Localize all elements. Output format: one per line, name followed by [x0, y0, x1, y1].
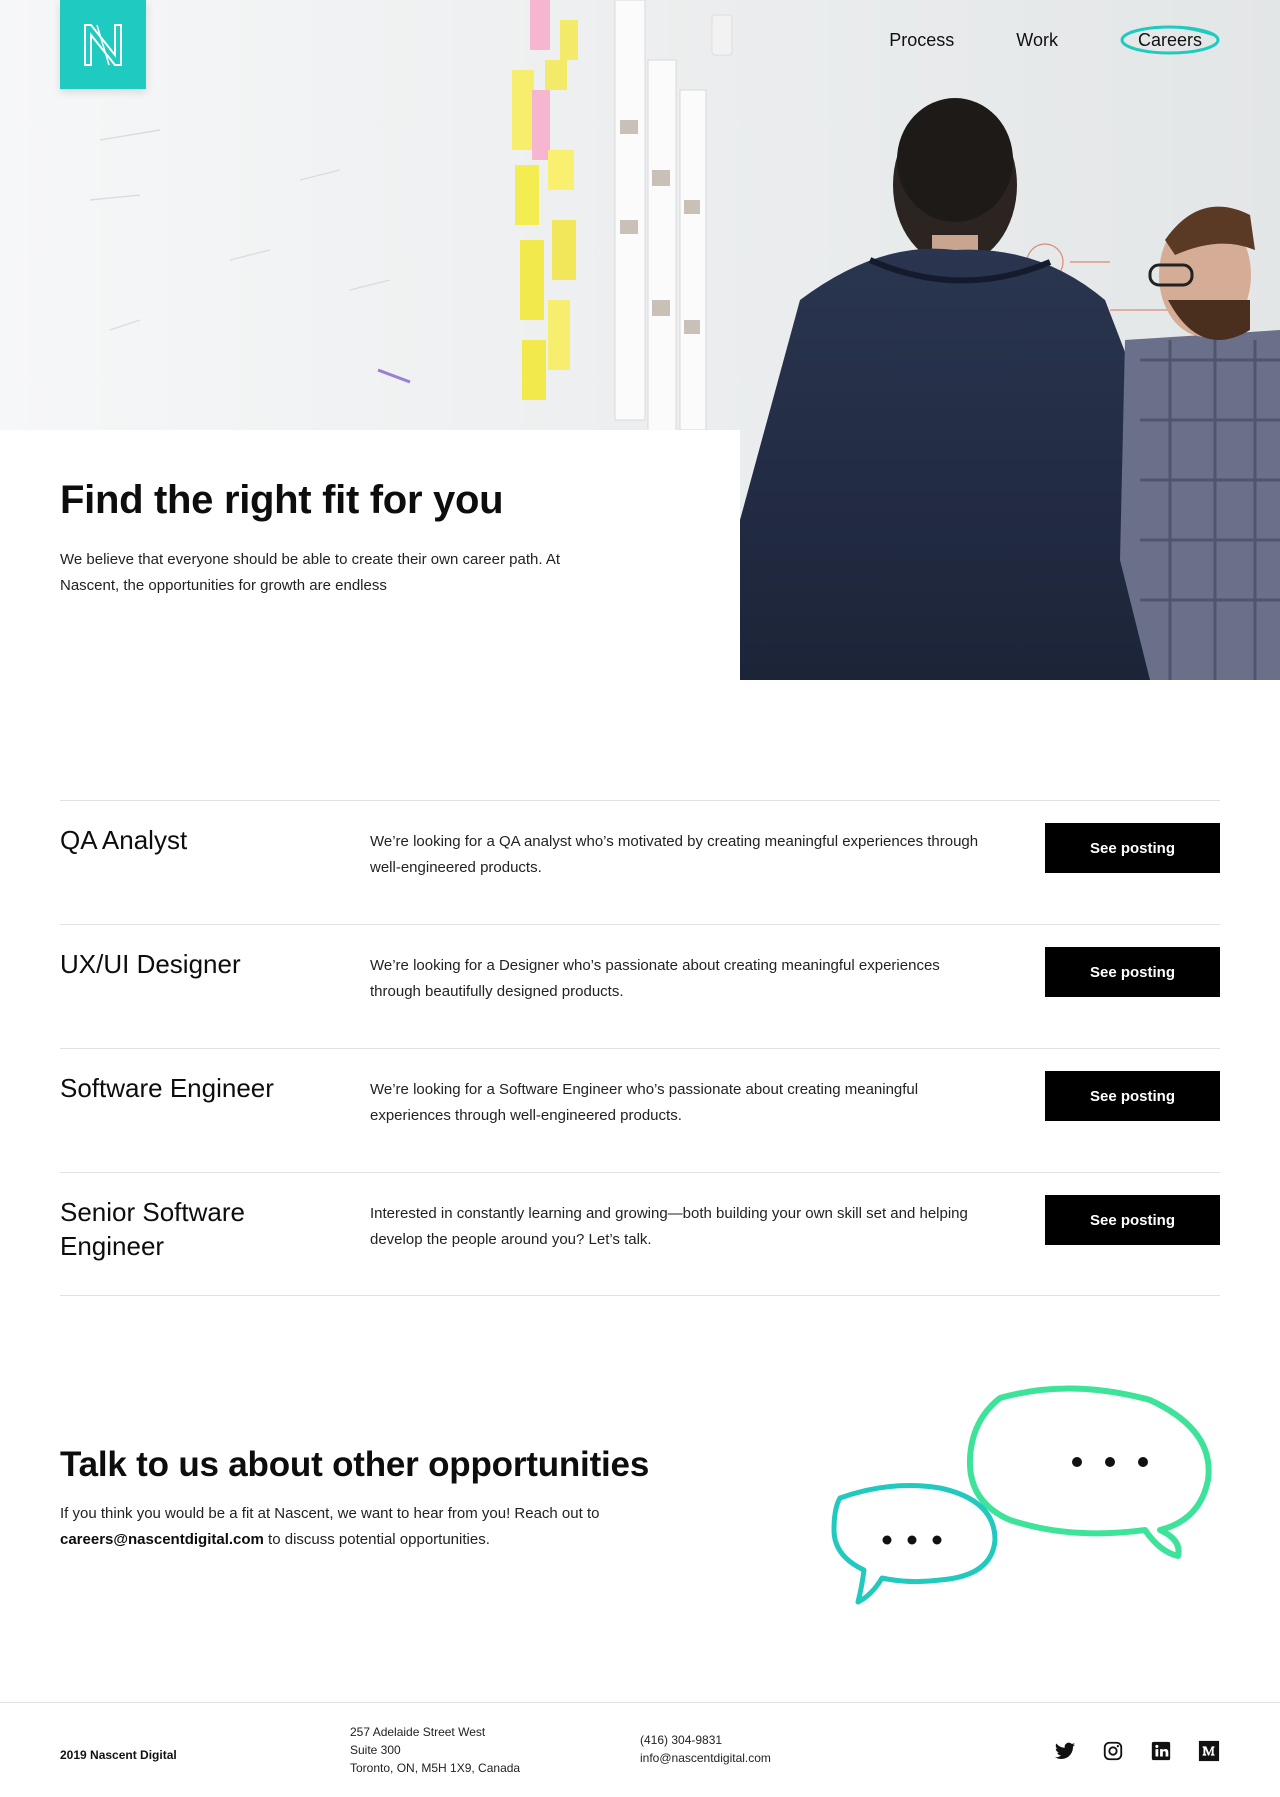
job-title: Senior Software Engineer [60, 1197, 245, 1261]
job-title: UX/UI Designer [60, 949, 241, 979]
footer-email[interactable]: info@nascentdigital.com [640, 1749, 771, 1767]
social-links [1054, 1740, 1220, 1762]
medium-icon[interactable] [1198, 1740, 1220, 1762]
see-posting-button[interactable]: See posting [1045, 1195, 1220, 1245]
logo-n-icon [84, 23, 122, 66]
contact-section: Talk to us about other opportunities If … [60, 1445, 760, 1553]
job-description: Interested in constantly learning and gr… [370, 1205, 968, 1248]
see-posting-button[interactable]: See posting [1045, 823, 1220, 873]
job-title: Software Engineer [60, 1073, 274, 1103]
nav-link-careers[interactable]: Careers [1120, 25, 1220, 55]
job-row: QA Analyst We’re looking for a QA analys… [60, 800, 1220, 924]
twitter-icon[interactable] [1054, 1740, 1076, 1762]
footer-address-line: 257 Adelaide Street West [350, 1725, 486, 1739]
nascent-logo[interactable] [60, 0, 146, 89]
footer-contact: (416) 304-9831 info@nascentdigital.com [640, 1731, 771, 1767]
nav-link-process[interactable]: Process [889, 30, 954, 51]
instagram-icon[interactable] [1102, 1740, 1124, 1762]
job-description: We’re looking for a Software Engineer wh… [370, 1081, 919, 1124]
chat-bubbles-icon [831, 1385, 1212, 1605]
footer-copyright: 2019 Nascent Digital [60, 1748, 177, 1762]
footer-address-line: Suite 300 [350, 1743, 401, 1757]
footer: 2019 Nascent Digital 257 Adelaide Street… [0, 1702, 1280, 1797]
job-list: QA Analyst We’re looking for a QA analys… [60, 800, 1220, 1296]
see-posting-button[interactable]: See posting [1045, 947, 1220, 997]
linkedin-icon[interactable] [1150, 1740, 1172, 1762]
nav-link-careers-label: Careers [1137, 30, 1202, 50]
footer-address-line: Toronto, ON, M5H 1X9, Canada [350, 1761, 521, 1775]
hero-section: Process Work Careers Find the right fit … [0, 0, 1280, 680]
intro-card: Find the right fit for you We believe th… [0, 430, 740, 680]
contact-text-after: to discuss potential opportunities. [263, 1531, 490, 1548]
page-title: Find the right fit for you [60, 478, 504, 522]
job-row: Software Engineer We’re looking for a So… [60, 1048, 1220, 1172]
chat-bubbles-illustration [820, 1380, 1240, 1620]
job-row: Senior Software Engineer Interested in c… [60, 1172, 1220, 1296]
job-description: We’re looking for a Designer who’s passi… [370, 957, 940, 1000]
nav-link-work[interactable]: Work [1016, 30, 1058, 51]
job-description: We’re looking for a QA analyst who’s mot… [370, 833, 979, 876]
careers-email-link[interactable]: careers@nascentdigital.com [60, 1531, 264, 1548]
contact-text-before: If you think you would be a fit at Nasce… [60, 1505, 600, 1522]
see-posting-button[interactable]: See posting [1045, 1071, 1220, 1121]
footer-address: 257 Adelaide Street West Suite 300 Toron… [350, 1723, 520, 1777]
intro-text: We believe that everyone should be able … [60, 551, 561, 594]
footer-phone[interactable]: (416) 304-9831 [640, 1731, 771, 1749]
contact-title: Talk to us about other opportunities [60, 1445, 650, 1484]
contact-text: If you think you would be a fit at Nasce… [60, 1501, 680, 1553]
job-title: QA Analyst [60, 825, 188, 855]
main-nav: Process Work Careers [889, 25, 1220, 55]
job-row: UX/UI Designer We’re looking for a Desig… [60, 924, 1220, 1048]
